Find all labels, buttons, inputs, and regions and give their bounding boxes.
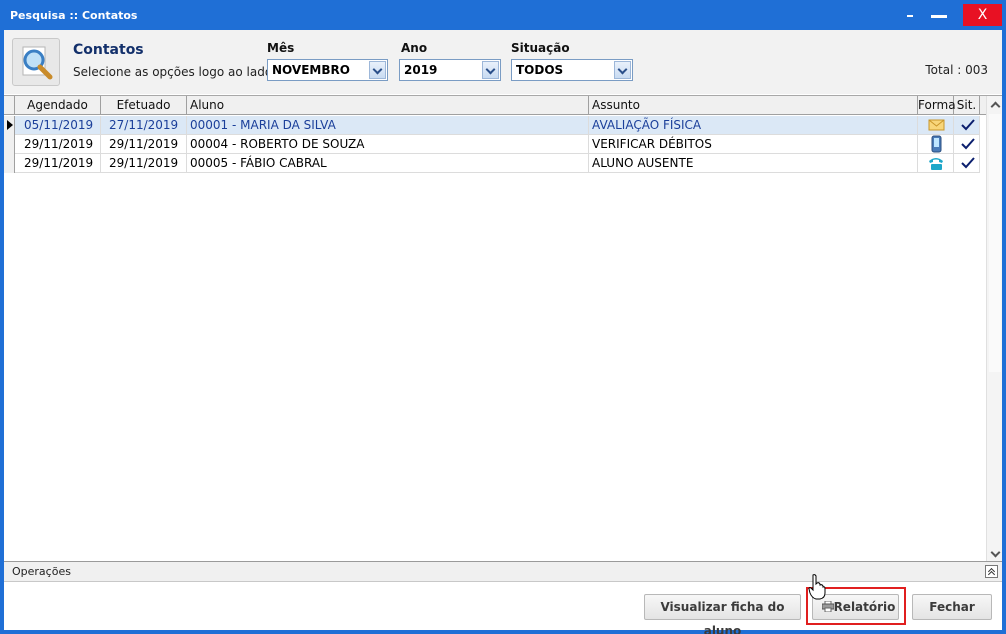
row-indicator — [4, 154, 15, 173]
table-row[interactable]: 29/11/2019 29/11/2019 00004 - ROBERTO DE… — [4, 135, 980, 154]
contacts-grid[interactable]: Agendado Efetuado Aluno Assunto Forma Si… — [4, 95, 1002, 562]
cell-aluno: 00005 - FÁBIO CABRAL — [187, 154, 589, 172]
email-icon — [918, 116, 954, 134]
checkmark-icon — [954, 116, 980, 134]
column-aluno[interactable]: Aluno — [187, 96, 589, 115]
ano-label: Ano — [401, 41, 428, 55]
ano-select[interactable]: 2019 — [399, 59, 501, 81]
situacao-value: TODOS — [516, 63, 564, 77]
cell-efetuado: 27/11/2019 — [101, 116, 187, 134]
mes-value: NOVEMBRO — [272, 63, 350, 77]
search-magnifier-icon — [12, 38, 60, 86]
situacao-select[interactable]: TODOS — [511, 59, 633, 81]
situacao-label: Situação — [511, 41, 570, 55]
column-assunto[interactable]: Assunto — [589, 96, 918, 115]
page-title: Contatos — [73, 42, 144, 58]
chevron-down-icon[interactable] — [369, 61, 386, 79]
minimize-button[interactable] — [928, 4, 950, 26]
operations-bar: Operações — [4, 561, 1002, 582]
cell-efetuado: 29/11/2019 — [101, 154, 187, 172]
chevron-down-icon[interactable] — [482, 61, 499, 79]
mes-label: Mês — [267, 41, 295, 55]
cell-aluno: 00004 - ROBERTO DE SOUZA — [187, 135, 589, 153]
window-title: Pesquisa :: Contatos — [10, 9, 138, 22]
restore-button[interactable] — [900, 4, 920, 26]
printer-icon — [822, 601, 834, 612]
cell-assunto: AVALIAÇÃO FÍSICA — [589, 116, 918, 134]
footer-panel: Visualizar ficha do aluno Relatório Fech… — [4, 582, 1002, 634]
total-count: Total : 003 — [925, 63, 988, 77]
column-forma[interactable]: Forma — [918, 96, 956, 115]
grid-vertical-scrollbar[interactable] — [986, 96, 1002, 562]
scroll-thumb[interactable] — [989, 114, 1001, 372]
operations-label: Operações — [12, 565, 71, 578]
column-sit[interactable]: Sit. — [954, 96, 980, 115]
cell-agendado: 29/11/2019 — [15, 135, 101, 153]
table-row[interactable]: 29/11/2019 29/11/2019 00005 - FÁBIO CABR… — [4, 154, 980, 173]
report-button-label: Relatório — [833, 600, 896, 614]
chevron-down-icon[interactable] — [614, 61, 631, 79]
cell-assunto: ALUNO AUSENTE — [589, 154, 918, 172]
cell-aluno: 00001 - MARIA DA SILVA — [187, 116, 589, 134]
client-area: Contatos Selecione as opções logo ao lad… — [4, 30, 1002, 634]
grid-header: Agendado Efetuado Aluno Assunto Forma Si… — [4, 96, 986, 115]
row-indicator — [4, 116, 15, 135]
column-efetuado[interactable]: Efetuado — [101, 96, 187, 115]
ano-value: 2019 — [404, 63, 438, 77]
page-subtitle: Selecione as opções logo ao lado — [73, 65, 273, 79]
indicator-header — [4, 96, 15, 115]
close-button[interactable]: Fechar — [912, 594, 992, 620]
view-student-record-button[interactable]: Visualizar ficha do aluno — [644, 594, 801, 634]
cell-agendado: 05/11/2019 — [15, 116, 101, 134]
header-panel: Contatos Selecione as opções logo ao lad… — [4, 30, 1002, 94]
main-window: Pesquisa :: Contatos X Contatos Selecion… — [0, 0, 1006, 634]
telephone-icon — [918, 154, 954, 172]
row-indicator — [4, 135, 15, 154]
table-row[interactable]: 05/11/2019 27/11/2019 00001 - MARIA DA S… — [4, 116, 980, 135]
hand-cursor-icon — [808, 574, 826, 600]
mobile-phone-icon — [918, 135, 954, 153]
collapse-icon[interactable] — [985, 565, 998, 578]
mes-select[interactable]: NOVEMBRO — [267, 59, 388, 81]
column-agendado[interactable]: Agendado — [15, 96, 101, 115]
close-window-button[interactable]: X — [963, 4, 1002, 26]
cell-efetuado: 29/11/2019 — [101, 135, 187, 153]
cell-agendado: 29/11/2019 — [15, 154, 101, 172]
checkmark-icon — [954, 154, 980, 172]
scroll-up-icon[interactable] — [987, 96, 1003, 112]
scroll-down-icon[interactable] — [987, 546, 1003, 562]
cell-assunto: VERIFICAR DÉBITOS — [589, 135, 918, 153]
checkmark-icon — [954, 135, 980, 153]
title-bar[interactable]: Pesquisa :: Contatos X — [0, 0, 1006, 30]
